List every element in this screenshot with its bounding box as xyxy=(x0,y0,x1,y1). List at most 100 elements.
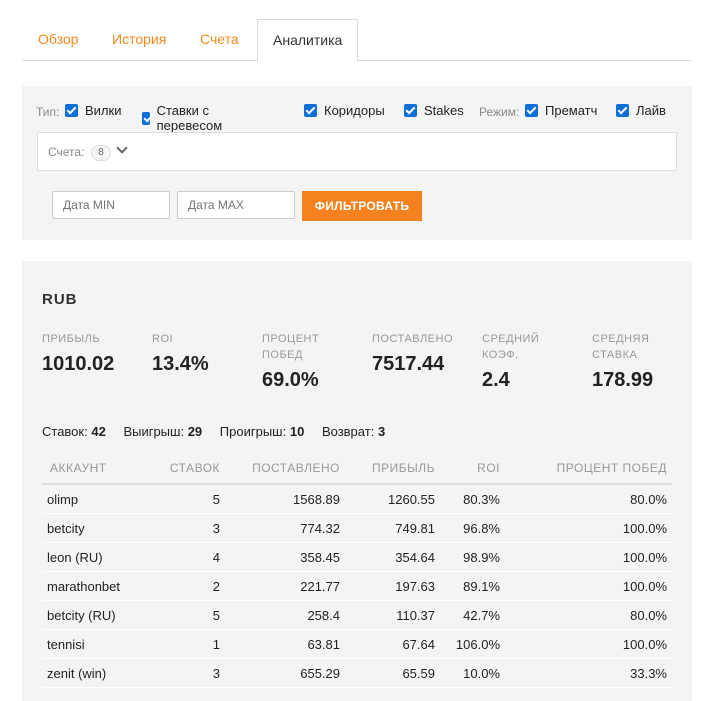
cell-win-rate: 100.0% xyxy=(505,571,672,601)
cell-roi: 89.1% xyxy=(440,571,505,601)
filter-panel: Тип: Вилки Ставки с перевесом Коридоры S… xyxy=(22,86,692,240)
cell-profit: 749.81 xyxy=(345,513,440,543)
cell-roi: 10.0% xyxy=(440,658,505,688)
table-row: tennisi 1 63.81 67.64 106.0% 100.0% xyxy=(42,629,672,659)
cell-staked: 1568.89 xyxy=(225,484,345,514)
metric-profit: ПРИБЫЛЬ 1010.02 xyxy=(42,331,142,376)
cell-profit: 354.64 xyxy=(345,542,440,572)
table-row: marathonbet 2 221.77 197.63 89.1% 100.0% xyxy=(42,571,672,601)
accounts-count-badge: 8 xyxy=(91,145,111,161)
metric-win-rate: ПРОЦЕНТ ПОБЕД 69.0% xyxy=(262,331,332,392)
date-min-input[interactable] xyxy=(52,191,170,219)
metric-value: 13.4% xyxy=(152,353,209,375)
cell-staked: 358.45 xyxy=(225,542,345,572)
metric-label: ПРИБЫЛЬ xyxy=(42,333,101,345)
metric-value: 2.4 xyxy=(482,369,510,391)
checkbox-arbs[interactable]: Вилки xyxy=(65,103,121,118)
count-label: Возврат: xyxy=(321,424,375,439)
chevron-down-icon[interactable] xyxy=(116,142,128,154)
tab-analytics[interactable]: Аналитика xyxy=(257,19,359,62)
checkbox-checked-icon[interactable] xyxy=(404,104,417,117)
cell-bets: 3 xyxy=(155,513,225,543)
metric-staked: ПОСТАВЛЕНО 7517.44 xyxy=(372,331,472,376)
checkbox-label: Прематч xyxy=(545,103,598,118)
cell-account: marathonbet xyxy=(42,571,155,601)
checkbox-label: Ставки с перевесом xyxy=(156,103,223,133)
cell-win-rate: 100.0% xyxy=(505,513,672,543)
metric-label: ROI xyxy=(152,333,174,345)
table-row: betcity (RU) 5 258.4 110.37 42.7% 80.0% xyxy=(42,600,672,630)
cell-win-rate: 80.0% xyxy=(505,600,672,630)
accounts-table: АККАУНТ СТАВОК ПОСТАВЛЕНО ПРИБЫЛЬ ROI ПР… xyxy=(42,453,672,688)
bet-counts: Ставок: 42 Выигрыш: 29 Проигрыш: 10 Возв… xyxy=(42,424,399,439)
tab-history[interactable]: История xyxy=(112,19,166,60)
column-header-roi[interactable]: ROI xyxy=(440,453,505,485)
table-row: leon (RU) 4 358.45 354.64 98.9% 100.0% xyxy=(42,542,672,572)
count-label: Проигрыш: xyxy=(219,424,287,439)
cell-profit: 197.63 xyxy=(345,571,440,601)
metric-avg-stake: СРЕДНЯЯ СТАВКА 178.99 xyxy=(592,331,672,392)
type-label: Тип: xyxy=(36,105,60,119)
checkbox-stakes[interactable]: Stakes xyxy=(404,103,464,118)
cell-win-rate: 100.0% xyxy=(505,542,672,572)
checkbox-checked-icon[interactable] xyxy=(304,104,317,117)
filter-button[interactable]: ФИЛЬТРОВАТЬ xyxy=(302,191,422,221)
date-max-input[interactable] xyxy=(177,191,295,219)
tab-overview[interactable]: Обзор xyxy=(38,19,78,60)
cell-bets: 2 xyxy=(155,571,225,601)
cell-account: zenit (win) xyxy=(42,658,155,688)
cell-profit: 65.59 xyxy=(345,658,440,688)
checkbox-label: Коридоры xyxy=(324,103,385,118)
cell-account: leon (RU) xyxy=(42,542,155,572)
metric-label: ПРОЦЕНТ ПОБЕД xyxy=(262,333,320,361)
cell-bets: 5 xyxy=(155,600,225,630)
tab-accounts[interactable]: Счета xyxy=(200,19,239,60)
count-wins: Выигрыш: 29 xyxy=(123,424,202,439)
cell-account: betcity (RU) xyxy=(42,600,155,630)
cell-staked: 774.32 xyxy=(225,513,345,543)
count-value: 42 xyxy=(91,424,106,439)
checkbox-prematch[interactable]: Прематч xyxy=(525,103,597,118)
accounts-select[interactable]: Счета: 8 xyxy=(37,132,677,171)
count-value: 3 xyxy=(377,424,386,439)
metric-value: 1010.02 xyxy=(42,353,115,375)
cell-account: tennisi xyxy=(42,629,155,659)
cell-profit: 110.37 xyxy=(345,600,440,630)
column-header-win-rate[interactable]: ПРОЦЕНТ ПОБЕД xyxy=(505,453,672,485)
cell-profit: 1260.55 xyxy=(345,484,440,514)
cell-bets: 4 xyxy=(155,542,225,572)
cell-bets: 3 xyxy=(155,658,225,688)
checkbox-checked-icon[interactable] xyxy=(525,104,538,117)
checkbox-corridors[interactable]: Коридоры xyxy=(304,103,385,118)
count-value: 29 xyxy=(187,424,203,439)
cell-staked: 655.29 xyxy=(225,658,345,688)
column-header-profit[interactable]: ПРИБЫЛЬ xyxy=(345,453,440,485)
checkbox-checked-icon[interactable] xyxy=(142,111,150,125)
count-refunds: Возврат: 3 xyxy=(322,424,385,439)
cell-win-rate: 100.0% xyxy=(505,629,672,659)
cell-bets: 5 xyxy=(155,484,225,514)
table-row: zenit (win) 3 655.29 65.59 10.0% 33.3% xyxy=(42,658,672,688)
metric-avg-odds: СРЕДНИЙ КОЭФ. 2.4 xyxy=(482,331,552,392)
column-header-account[interactable]: АККАУНТ xyxy=(42,453,155,485)
count-label: Ставок: xyxy=(42,424,88,439)
metric-value: 69.0% xyxy=(262,369,319,391)
currency-heading: RUB xyxy=(42,291,78,308)
column-header-staked[interactable]: ПОСТАВЛЕНО xyxy=(225,453,345,485)
table-header-row: АККАУНТ СТАВОК ПОСТАВЛЕНО ПРИБЫЛЬ ROI ПР… xyxy=(42,453,672,485)
metric-value: 178.99 xyxy=(592,369,654,391)
checkbox-checked-icon[interactable] xyxy=(616,104,629,117)
checkbox-live[interactable]: Лайв xyxy=(616,103,666,118)
cell-roi: 42.7% xyxy=(440,600,505,630)
checkbox-label: Stakes xyxy=(424,103,464,118)
tab-bar: Обзор История Счета Аналитика xyxy=(22,19,692,62)
checkbox-checked-icon[interactable] xyxy=(65,104,78,117)
column-header-bets[interactable]: СТАВОК xyxy=(155,453,225,485)
cell-roi: 106.0% xyxy=(440,629,505,659)
accounts-label: Счета: xyxy=(48,145,85,159)
metric-label: СРЕДНЯЯ СТАВКА xyxy=(592,333,650,361)
cell-staked: 63.81 xyxy=(225,629,345,659)
cell-profit: 67.64 xyxy=(345,629,440,659)
checkbox-label: Лайв xyxy=(636,103,666,118)
checkbox-value-bets[interactable]: Ставки с перевесом xyxy=(142,103,228,133)
